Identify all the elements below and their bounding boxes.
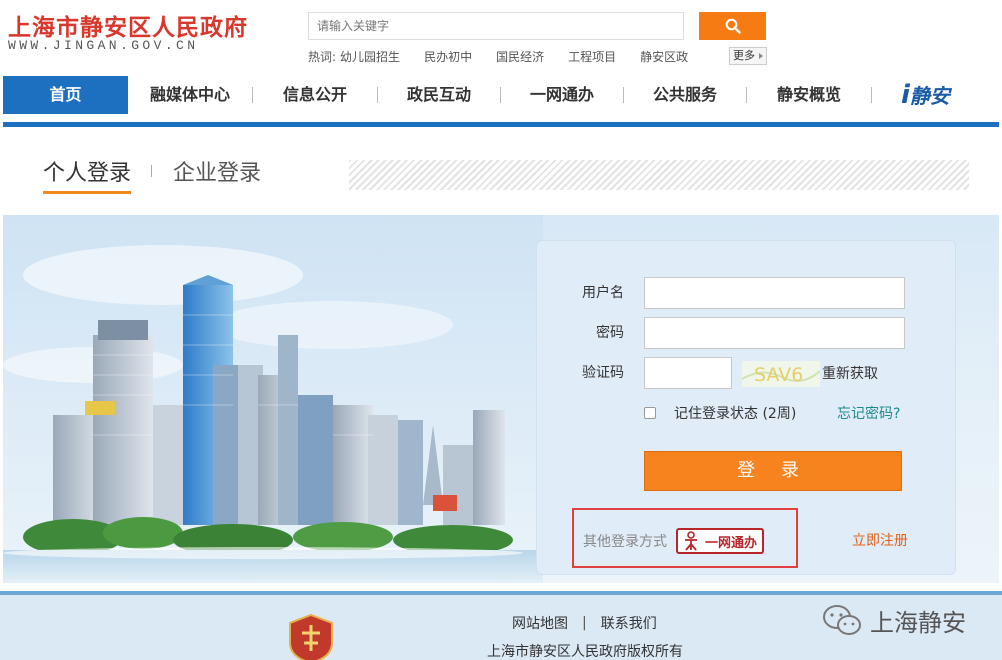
decorative-hatch-bar [349,160,969,190]
ywtb-logo-icon [685,531,697,551]
brand-text: 静安 [909,84,950,108]
captcha-input[interactable] [644,357,732,389]
hot-word-link[interactable]: 民办初中 [424,48,472,65]
login-tabs: 个人登录 企业登录 [3,127,999,215]
hot-words: 热词: 幼儿园招生 民办初中 国民经济 工程项目 静安区政 [308,48,712,65]
nav-item-media[interactable]: 融媒体中心 [128,76,252,114]
site-header: 上海市静安区人民政府 WWW.JINGAN.GOV.CN 热词: 幼儿园招生 民… [0,0,1002,76]
nav-item-overview[interactable]: 静安概览 [747,76,871,114]
more-label: 更多 [733,49,755,62]
remember-login-checkbox[interactable] [644,407,656,419]
chevron-right-icon [759,53,763,59]
hot-word-link[interactable]: 幼儿园招生 [340,48,400,65]
remember-login-label: 记住登录状态 (2周) [674,406,797,422]
city-skyline-illustration [3,215,543,583]
tab-divider [151,165,152,177]
nav-item-interaction[interactable]: 政民互动 [378,76,500,114]
captcha-graphic: SAV6 [742,361,820,387]
other-login-methods: 其他登录方式 一网通办 [572,508,798,568]
refresh-captcha-link[interactable]: 重新获取 [822,363,878,383]
username-input[interactable] [644,277,905,309]
other-login-label: 其他登录方式 [583,534,667,550]
wechat-account-name: 上海静安 [870,609,966,637]
captcha-label: 验证码 [582,365,624,381]
tab-company-login[interactable]: 企业登录 [173,155,261,187]
login-button[interactable]: 登 录 [644,451,902,491]
captcha-image[interactable]: SAV6 [742,361,820,387]
footer-links: 网站地图 | 联系我们 [512,613,657,633]
site-logo-url: WWW.JINGAN.GOV.CN [8,38,199,53]
site-footer: 网站地图 | 联系我们 上海市静安区人民政府版权所有 上海静安 [0,595,1002,660]
password-input[interactable] [644,317,905,349]
sitemap-link[interactable]: 网站地图 [512,613,568,633]
footer-link-separator: | [582,615,587,631]
wechat-watermark: 上海静安 [822,603,966,638]
nav-item-info[interactable]: 信息公开 [253,76,377,114]
search-input[interactable] [308,12,684,40]
search-button[interactable] [699,12,766,40]
nav-item-home[interactable]: 首页 [3,76,128,114]
contact-link[interactable]: 联系我们 [601,613,657,633]
search-icon [725,18,741,34]
more-hot-words-button[interactable]: 更多 [729,47,767,65]
hot-word-link[interactable]: 工程项目 [568,48,616,65]
copyright-text: 上海市静安区人民政府版权所有 [487,644,683,660]
tab-personal-login[interactable]: 个人登录 [43,155,132,194]
party-emblem-icon[interactable] [286,613,336,660]
login-main: 用户名 密码 验证码 SAV6 重新获取 记住登录状态 (2周) 忘记密码? 登… [3,215,999,583]
register-link[interactable]: 立即注册 [852,530,908,550]
captcha-char: SAV6 [754,364,803,386]
jingan-brand-logo[interactable]: i静安 [901,80,950,110]
login-form-panel: 用户名 密码 验证码 SAV6 重新获取 记住登录状态 (2周) 忘记密码? 登… [536,240,956,575]
ywtb-login-button[interactable]: 一网通办 [676,528,764,554]
wechat-icon [823,604,861,635]
nav-item-public-service[interactable]: 公共服务 [624,76,746,114]
main-nav: 首页 融媒体中心 信息公开 政民互动 一网通办 公共服务 静安概览 i静安 [3,76,999,114]
hot-words-label: 热词: [308,50,337,64]
hot-word-link[interactable]: 静安区政 [640,48,688,65]
nav-item-online-service[interactable]: 一网通办 [501,76,623,114]
nav-divider [871,87,872,103]
site-logo-title[interactable]: 上海市静安区人民政府 [8,8,248,42]
ywtb-label: 一网通办 [705,535,758,551]
hot-word-link[interactable]: 国民经济 [496,48,544,65]
forgot-password-link[interactable]: 忘记密码? [837,403,900,423]
password-label: 密码 [596,325,624,341]
username-label: 用户名 [582,285,624,301]
